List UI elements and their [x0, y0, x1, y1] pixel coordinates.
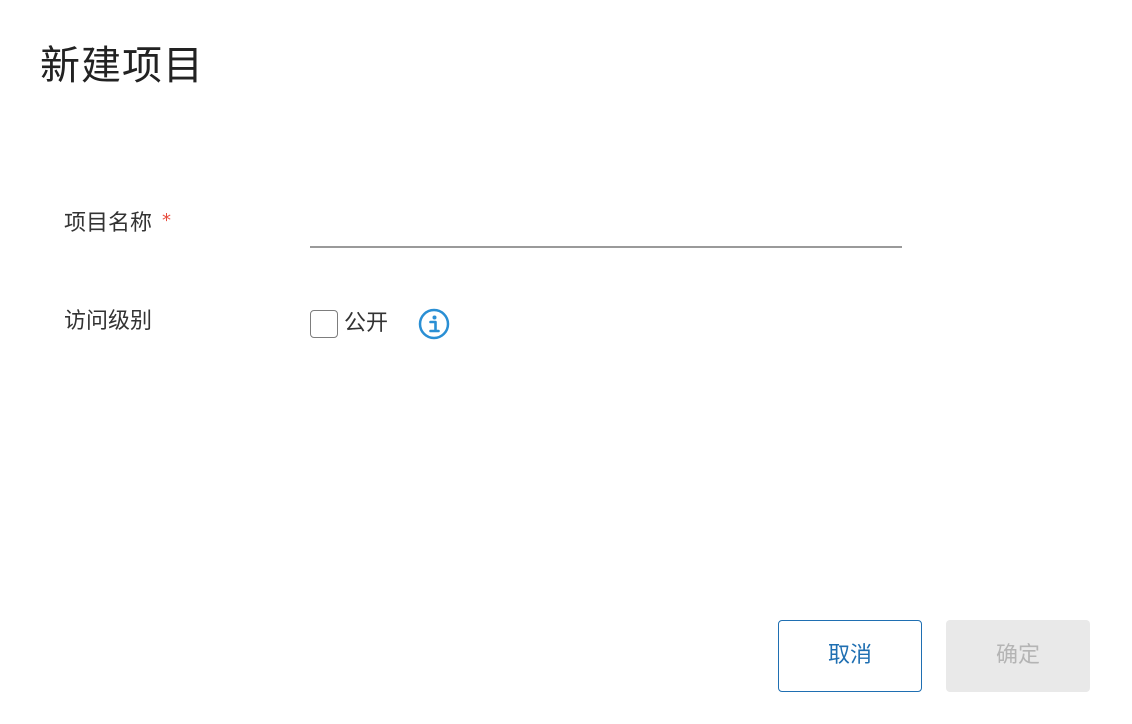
project-name-label-text: 项目名称	[64, 211, 153, 236]
access-level-row: 访问级别 公开	[64, 300, 964, 360]
access-level-label: 访问级别	[64, 309, 153, 334]
project-name-input[interactable]	[310, 208, 902, 248]
cancel-button[interactable]: 取消	[778, 620, 922, 692]
new-project-dialog: 新建项目 项目名称 * 访问级别 公开 取消 确定	[0, 0, 1132, 724]
project-name-label: 项目名称 *	[64, 210, 171, 238]
project-name-row: 项目名称 *	[64, 200, 964, 260]
required-mark: *	[162, 210, 172, 231]
checkbox-box[interactable]	[310, 310, 338, 338]
public-checkbox[interactable]: 公开	[310, 308, 388, 340]
public-checkbox-label: 公开	[344, 311, 389, 336]
confirm-button[interactable]: 确定	[946, 620, 1090, 692]
info-icon[interactable]	[418, 308, 450, 340]
dialog-title: 新建项目	[40, 43, 204, 89]
